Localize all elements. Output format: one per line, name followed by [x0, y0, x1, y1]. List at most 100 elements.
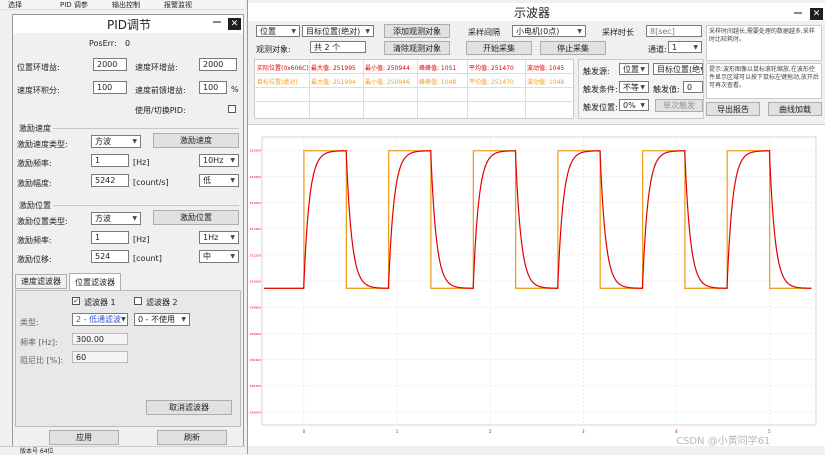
pos-amp-label: 激励位移: [17, 255, 52, 264]
chevron-down-icon: ▼ [132, 138, 137, 145]
load-curve-button[interactable]: 曲线加载 [768, 102, 822, 116]
trig-src2-select[interactable]: 目标位置(绝▼ [653, 63, 703, 75]
trig-src-select[interactable]: 位置 ▼ [619, 63, 649, 75]
vel-ff-input[interactable]: 100 [199, 81, 227, 94]
x-tick-label: 2 [489, 429, 492, 434]
minimize-icon[interactable] [213, 21, 221, 23]
switch-pid-label: 使用/切换PID: [135, 106, 186, 115]
chevron-down-icon: ▼ [132, 215, 137, 222]
pos-freq-input[interactable]: 1 [91, 231, 129, 244]
menu-item-alarm[interactable]: 报警监视 [164, 0, 192, 10]
menu-item-select[interactable]: 选择 [8, 0, 22, 10]
chevron-down-icon: ▼ [365, 27, 370, 35]
vel-freq-select[interactable]: 10Hz ▼ [199, 154, 239, 167]
pos-amp-input[interactable]: 524 [91, 250, 129, 263]
table-col-divider [525, 60, 526, 118]
chevron-down-icon: ▼ [230, 157, 235, 164]
trig-pos-label: 触发位置: [583, 103, 618, 112]
pos-amp-select[interactable]: 中 ▼ [199, 250, 239, 263]
osc-title: 示波器 [514, 6, 551, 20]
vel-wave-select[interactable]: 方波 ▼ [91, 135, 141, 148]
apply-button[interactable]: 应用 [49, 430, 119, 445]
obs-input[interactable]: 共 2 个 [310, 41, 366, 53]
vel-gain-input[interactable]: 2000 [199, 58, 237, 71]
cancel-filter-button[interactable]: 取消滤波器 [146, 400, 232, 415]
pos-wave-label: 激励位置类型: [17, 217, 68, 226]
chevron-down-icon: ▼ [121, 316, 126, 323]
pos-section-title: 激励位置 [19, 201, 51, 210]
filter-panel: ✓ 滤波器 1 滤波器 2 类型: 2 - 低通滤波 ▼ 0 - 不使用 ▼ 频率 … [15, 290, 241, 427]
y-tick-label: 252000 [250, 149, 262, 153]
table-col-divider [363, 60, 364, 118]
export-report-button[interactable]: 导出报告 [706, 102, 760, 116]
vel-freq-label: 激励频率: [17, 159, 52, 168]
trig-pos-select[interactable]: 0% ▼ [619, 99, 649, 111]
vel-ff-unit: % [231, 85, 239, 94]
vel-amp-select[interactable]: 低 ▼ [199, 174, 239, 187]
vel-amp-input[interactable]: 5242 [91, 174, 129, 187]
trigger-panel: 触发源: 位置▼ 目标位置(绝▼ 触发条件: 不等▼ 触发值: 0 触发位置: … [578, 59, 704, 119]
filter-freq-input[interactable]: 300.00 [72, 333, 128, 345]
filter-damp-input[interactable]: 60 [72, 351, 128, 363]
status-bar: 版本号 64位 [0, 446, 245, 455]
trigger-select[interactable]: 小电机(0点) ▼ [512, 25, 586, 37]
pos-freq-select[interactable]: 1Hz ▼ [199, 231, 239, 244]
vel-amp-unit: [count/s] [133, 178, 169, 187]
row1-max: 最大值: 251995 [311, 65, 356, 72]
x-tick-label: 0 [303, 429, 306, 434]
row2-pp: 峰峰值: 1048 [419, 79, 457, 86]
close-button[interactable]: ✕ [228, 18, 241, 30]
filter2-type-select[interactable]: 0 - 不使用 ▼ [134, 313, 190, 326]
note-text-1: 采样时间越长,需要处理的数据越多,采样时比较耗时。 [709, 28, 815, 43]
start-capture-button[interactable]: 开始采集 [466, 41, 532, 55]
add-object-button[interactable]: 添加观测对象 [384, 24, 450, 38]
menu-item-output[interactable]: 输出控制 [112, 0, 140, 10]
filter-damp-label: 阻尼比 [%]: [20, 356, 64, 365]
pos-excite-button[interactable]: 激励位置 [153, 210, 239, 225]
series-target-line [263, 150, 812, 289]
table-col-divider [467, 60, 468, 118]
stop-capture-button[interactable]: 停止采集 [540, 41, 606, 55]
tab-velocity-filter[interactable]: 速度滤波器 [15, 274, 67, 289]
vel-amp-label: 激励幅度: [17, 179, 52, 188]
sample-input[interactable]: 8[sec] [646, 25, 702, 37]
vel-int-input[interactable]: 100 [93, 81, 127, 94]
row1-fluct: 波动值: 1045 [527, 65, 565, 72]
y-tick-label: 250800 [250, 306, 262, 310]
trig-cond-select[interactable]: 不等 ▼ [619, 81, 649, 93]
single-trigger-button[interactable]: 单次触发 [655, 99, 703, 112]
row2-avg: 平均值: 251470 [469, 79, 514, 86]
pos-gain-input[interactable]: 2000 [93, 58, 127, 71]
menu-item-pid[interactable]: PID 调参 [60, 0, 88, 10]
trig-src-label: 触发源: [583, 67, 610, 76]
clear-objects-button[interactable]: 清除观测对象 [384, 41, 450, 55]
channel-select[interactable]: 1 ▼ [668, 41, 702, 53]
switch-pid-checkbox[interactable] [228, 105, 236, 113]
tab-position-filter[interactable]: 位置滤波器 [69, 273, 121, 290]
y-tick-label: 250000 [250, 410, 262, 414]
table-col-divider [417, 60, 418, 118]
poserr-value: 0 [125, 39, 131, 48]
pid-titlebar: PID调节 ✕ [13, 15, 243, 33]
vel-excite-button[interactable]: 激励速度 [153, 133, 239, 148]
minimize-icon[interactable] [794, 12, 802, 14]
close-button[interactable]: ✕ [810, 8, 823, 20]
filter1-checkbox[interactable]: ✓ [72, 297, 80, 305]
pos-wave-select[interactable]: 方波 ▼ [91, 212, 141, 225]
channel-type-select[interactable]: 位置 ▼ [256, 25, 300, 37]
obs-label: 观测对象: [256, 45, 291, 54]
waveform-chart[interactable]: 250000 250200 250400 250600 250800 251000 2512… [248, 125, 825, 447]
row1-min: 最小值: 250944 [365, 65, 410, 72]
channel-object-select[interactable]: 目标位置(绝对) ▼ [302, 25, 374, 37]
vel-ff-label: 速度前馈增益: [135, 86, 186, 95]
row1-pp: 峰峰值: 1051 [419, 65, 457, 72]
filter-type-select[interactable]: 2 - 低通滤波 ▼ [72, 313, 128, 326]
refresh-button[interactable]: 刷新 [157, 430, 227, 445]
notes-panel: 采样时间越长,需要处理的数据越多,采样时比较耗时。 提示:波形图像以鼠标滚轮缩放… [706, 25, 822, 119]
vel-freq-input[interactable]: 1 [91, 154, 129, 167]
plot-area[interactable]: 250000 250200 250400 250600 250800 251000 2512… [248, 124, 825, 446]
vel-section-divider [53, 128, 239, 129]
filter2-checkbox[interactable] [134, 297, 142, 305]
trig-val-input[interactable]: 0 [683, 81, 703, 93]
x-tick-label: 3 [582, 429, 585, 434]
